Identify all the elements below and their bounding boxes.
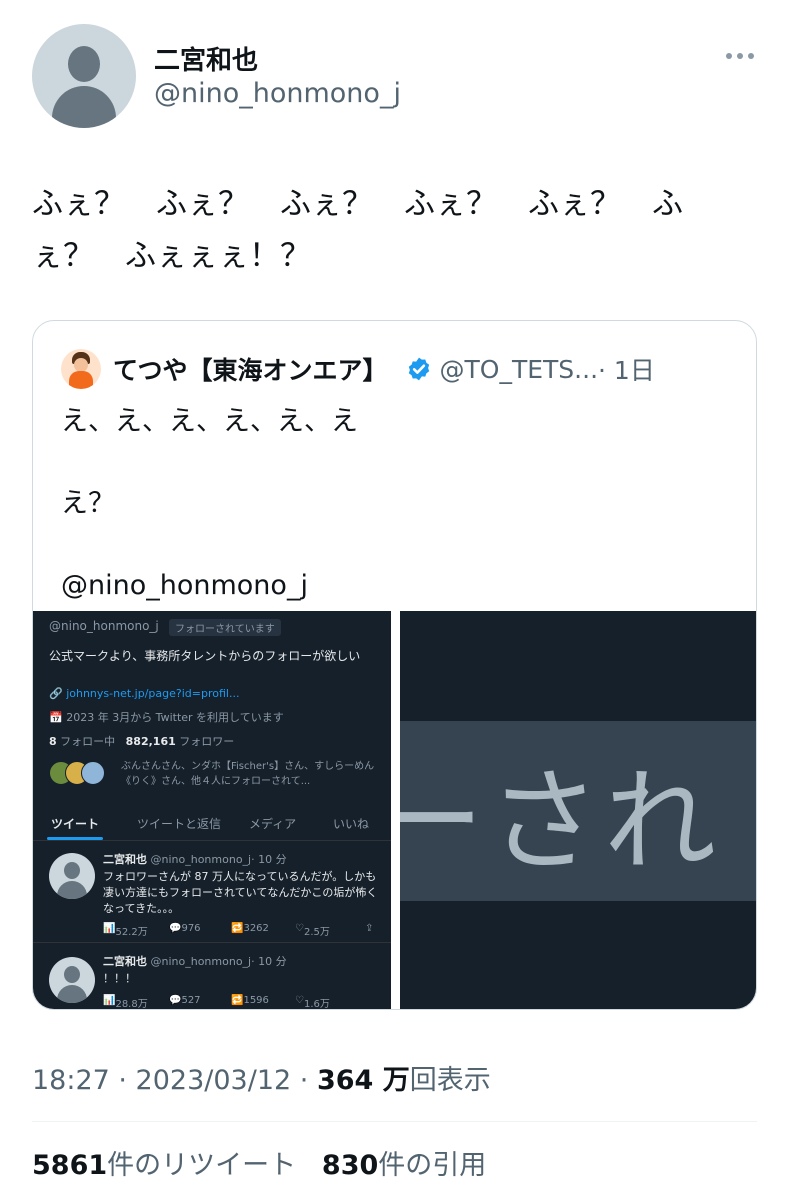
- shot-tab-likes: いいね: [333, 817, 370, 831]
- engagement-counts: 5861件のリツイート 830件の引用: [32, 1143, 486, 1182]
- shot-joined: 📅 2023 年 3月から Twitter を利用しています: [49, 711, 284, 724]
- shot-handle: @nino_honmono_j: [49, 619, 159, 633]
- quoted-tweet[interactable]: てつや【東海オンエア】 @TO_TETS... · 1日 え、え、え、え、え、え…: [32, 320, 757, 1010]
- quoted-author-handle[interactable]: @TO_TETS...: [440, 355, 599, 384]
- tweet-timestamp[interactable]: 18:27 · 2023/03/12 ·: [32, 1065, 317, 1096]
- tweet-header: 二宮和也 @nino_honmono_j: [32, 24, 757, 128]
- media-image-zoomed-crop[interactable]: ーされ: [400, 611, 756, 1009]
- shot-post-meta: 二宮和也 @nino_honmono_j· 10 分: [103, 853, 287, 866]
- avatar-placeholder-head: [68, 46, 100, 82]
- shot-tabs: ツイート ツイートと返信 メディア いいね: [33, 807, 391, 841]
- shot-link: 🔗 johnnys-net.jp/page?id=profil...: [49, 687, 240, 700]
- shot-post: 二宮和也 @nino_honmono_j· 10 分 フォロワーさんが 87 万…: [33, 843, 391, 943]
- quoted-text: え、え、え、え、え、え え？ @nino_honmono_j: [61, 406, 358, 601]
- quoted-tweet-header: てつや【東海オンエア】 @TO_TETS... · 1日: [61, 347, 655, 391]
- shot-tab-tweets: ツイート: [51, 817, 100, 831]
- avatar-placeholder-body: [52, 86, 116, 128]
- shot-post-avatar: [49, 957, 95, 1003]
- shot-post-text: ！！！: [103, 972, 136, 985]
- shot-follow-stats: 8 フォロー中 882,161 フォロワー: [49, 735, 235, 748]
- author-handle[interactable]: @nino_honmono_j: [154, 78, 401, 109]
- more-options-icon[interactable]: [723, 46, 757, 66]
- retweets-link[interactable]: 5861件のリツイート: [32, 1150, 296, 1181]
- shot-follows-badge: フォローされています: [169, 619, 281, 636]
- shot-bio: 公式マークより、事務所タレントからのフォローが欲しい: [49, 649, 361, 663]
- shot-tab-underline: [47, 837, 103, 840]
- avatar[interactable]: [32, 24, 136, 128]
- zoom-text: ーされ: [400, 757, 720, 887]
- shot-known-follower-avatars: [49, 761, 109, 787]
- quoted-author-name[interactable]: てつや【東海オンエア】: [113, 351, 388, 387]
- shot-post-meta: 二宮和也 @nino_honmono_j· 10 分: [103, 955, 287, 968]
- shot-post-avatar: [49, 853, 95, 899]
- tweet-meta: 18:27 · 2023/03/12 · 364 万回表示: [32, 1058, 491, 1097]
- author-name[interactable]: 二宮和也: [154, 40, 258, 77]
- shot-tab-replies: ツイートと返信: [137, 817, 222, 831]
- quoted-avatar[interactable]: [61, 349, 101, 389]
- quoted-media: @nino_honmono_j フォローされています 公式マークより、事務所タレ…: [33, 611, 756, 1009]
- shot-known-followers: ぶんさんさん、ンダホ【Fischer's】さん、すしらーめん《りく》さん、他４人…: [121, 761, 375, 787]
- tweet-text: ふぇ？ ふぇ？ ふぇ？ ふぇ？ ふぇ？ ふ ぇ？ ふぇぇぇ！？: [32, 186, 683, 274]
- quoted-timestamp[interactable]: · 1日: [598, 351, 655, 387]
- shot-post-text: フォロワーさんが 87 万人になっているんだが。しかも凄い方達にもフォローされて…: [103, 870, 378, 915]
- media-image-profile-screenshot[interactable]: @nino_honmono_j フォローされています 公式マークより、事務所タレ…: [33, 611, 391, 1009]
- views-count: 364 万: [316, 1065, 410, 1096]
- views-label: 回表示: [409, 1065, 491, 1096]
- shot-post: 二宮和也 @nino_honmono_j· 10 分 ！！！ 📊 28.8万 💬…: [33, 945, 391, 1009]
- quotes-link[interactable]: 830件の引用: [322, 1150, 486, 1181]
- divider: [32, 1121, 757, 1122]
- shot-tab-media: メディア: [249, 817, 297, 831]
- verified-badge-icon: [408, 357, 429, 381]
